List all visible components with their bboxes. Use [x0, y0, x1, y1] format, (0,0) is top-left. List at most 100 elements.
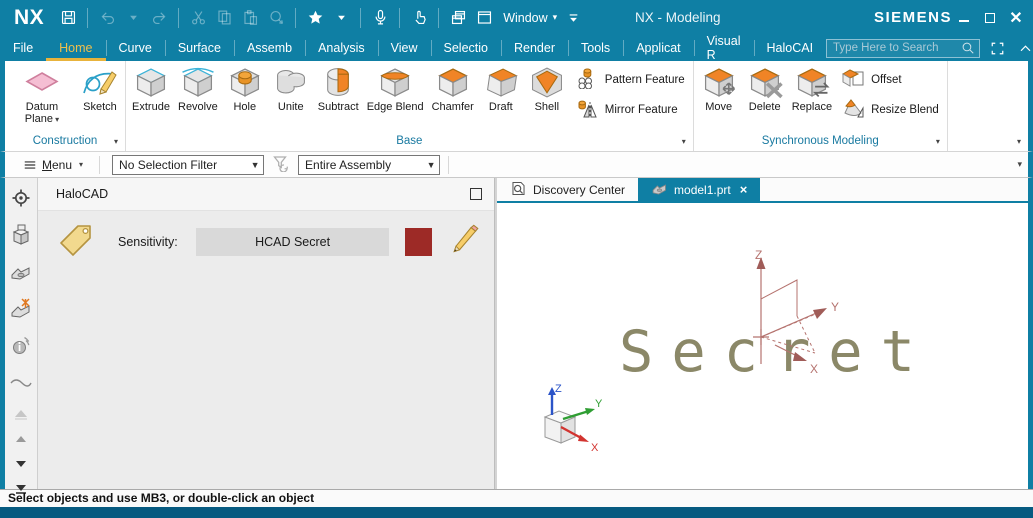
- sketch-button[interactable]: Sketch: [77, 65, 123, 114]
- extrude-button[interactable]: Extrude: [128, 65, 174, 114]
- wcs-triad[interactable]: Z Y X: [723, 249, 858, 389]
- sketch-icon: [81, 66, 119, 99]
- chamfer-button[interactable]: Chamfer: [428, 65, 478, 114]
- resource-bar: [5, 178, 38, 489]
- unite-button[interactable]: Unite: [268, 65, 314, 114]
- hole-button[interactable]: Hole: [222, 65, 268, 114]
- microphone-icon[interactable]: [368, 6, 392, 30]
- maximize-button[interactable]: [979, 7, 1001, 29]
- selection-filter-combo[interactable]: No Selection Filter ▼: [112, 155, 264, 175]
- tab-assemb[interactable]: Assemb: [234, 35, 305, 61]
- view-orientation-triad[interactable]: Z Y X: [517, 383, 607, 455]
- group-dropdown-caret[interactable]: ▾: [1017, 134, 1021, 149]
- window-icon[interactable]: [472, 6, 496, 30]
- button-label: Shell: [535, 101, 559, 113]
- tab-selectio[interactable]: Selectio: [431, 35, 501, 61]
- ribbon-group-label: Synchronous Modeling: [762, 135, 879, 147]
- tabbar-right: ? !: [826, 35, 1033, 61]
- selection-scope-combo[interactable]: Entire Assembly ▼: [298, 155, 440, 175]
- shell-button[interactable]: Shell: [524, 65, 570, 114]
- datum-plane-button[interactable]: Datum Plane ▾: [7, 65, 77, 127]
- tab-view[interactable]: View: [378, 35, 431, 61]
- edge-blend-button[interactable]: Edge Blend: [363, 65, 428, 114]
- graphics-canvas[interactable]: Secret: [497, 203, 1028, 489]
- command-search-box[interactable]: [826, 39, 980, 58]
- tab-analysis[interactable]: Analysis: [305, 35, 378, 61]
- scroll-up-icon[interactable]: [8, 433, 34, 445]
- tab-file[interactable]: File: [0, 35, 46, 61]
- constraint-navigator-icon[interactable]: [8, 223, 34, 247]
- button-label: Move: [705, 101, 732, 113]
- tab-surface[interactable]: Surface: [165, 35, 234, 61]
- internet-navigator-icon[interactable]: [8, 334, 34, 358]
- move-icon: [700, 66, 738, 99]
- close-icon[interactable]: ×: [740, 182, 748, 197]
- window-menu-label[interactable]: Window: [503, 11, 547, 25]
- pattern-feature-button[interactable]: Pattern Feature: [576, 67, 685, 93]
- subtract-button[interactable]: Subtract: [314, 65, 363, 114]
- cascade-windows-icon[interactable]: [446, 6, 470, 30]
- main-area: HaloCAD Sensitivity: HCAD Secret: [0, 178, 1033, 489]
- tab-applicat[interactable]: Applicat: [623, 35, 693, 61]
- caret-down-icon[interactable]: [329, 6, 353, 30]
- offset-button[interactable]: Offset: [842, 67, 939, 93]
- move-button[interactable]: Move: [696, 65, 742, 114]
- extrude-icon: [132, 66, 170, 99]
- edit-sensitivity-icon[interactable]: [448, 224, 480, 261]
- favorites-icon[interactable]: [303, 6, 327, 30]
- datum-plane-icon: [23, 66, 61, 99]
- delete-button[interactable]: Delete: [742, 65, 788, 114]
- part-tab-model1-prt[interactable]: model1.prt ×: [638, 178, 760, 201]
- revolve-button[interactable]: Revolve: [174, 65, 222, 114]
- window-controls: ✕: [953, 0, 1027, 35]
- minimize-ribbon-icon[interactable]: [1014, 37, 1033, 59]
- minimize-button[interactable]: [953, 7, 975, 29]
- part-navigator-icon[interactable]: [8, 260, 34, 284]
- ribbon-group-base: Extrude Revolve HoleUniteSubtract Edge B…: [125, 61, 693, 151]
- draft-button[interactable]: Draft: [478, 65, 524, 114]
- group-dropdown-caret[interactable]: ▾: [114, 134, 118, 149]
- nx-application-window: NX Window▾ NX - Modeling SIEMENS ✕ FileH…: [0, 0, 1033, 518]
- tab-halocai[interactable]: HaloCAI: [754, 35, 827, 61]
- search-input[interactable]: [833, 42, 961, 54]
- toolbar-overflow-caret[interactable]: ▾: [1017, 159, 1022, 170]
- replace-button[interactable]: Replace: [788, 65, 836, 114]
- halocad-panel-body: Sensitivity: HCAD Secret: [38, 210, 494, 489]
- svg-text:Y: Y: [831, 300, 839, 314]
- group-dropdown-caret[interactable]: ▾: [682, 134, 686, 149]
- button-label: Draft: [489, 101, 513, 113]
- fullscreen-icon[interactable]: [986, 37, 1008, 59]
- subtract-icon: [319, 66, 357, 99]
- scroll-down-icon[interactable]: [8, 458, 34, 470]
- save-icon[interactable]: [56, 6, 80, 30]
- caret-down-icon: [121, 6, 145, 30]
- assembly-navigator-icon[interactable]: [8, 186, 34, 210]
- halocad-panel-title: HaloCAD: [56, 187, 108, 201]
- tab-visual-r[interactable]: Visual R: [694, 35, 754, 61]
- roles-icon[interactable]: [8, 371, 34, 395]
- scroll-up-disabled-icon[interactable]: [8, 408, 34, 420]
- tab-home[interactable]: Home: [46, 35, 105, 61]
- halocad-panel: HaloCAD Sensitivity: HCAD Secret: [38, 178, 494, 489]
- tab-curve[interactable]: Curve: [106, 35, 165, 61]
- undock-panel-icon[interactable]: [470, 188, 482, 200]
- customize-icon[interactable]: [561, 6, 585, 30]
- combo-caret-icon: ▼: [247, 160, 263, 170]
- ribbon: Datum Plane ▾SketchConstruction▾ Extrude…: [0, 61, 1033, 152]
- group-dropdown-caret[interactable]: ▾: [936, 134, 940, 149]
- touch-mode-icon[interactable]: [407, 6, 431, 30]
- caret-down-icon[interactable]: ▾: [553, 12, 558, 23]
- close-button[interactable]: ✕: [1005, 7, 1027, 29]
- tab-label: model1.prt: [674, 183, 731, 197]
- replace-icon: [793, 66, 831, 99]
- reset-filter-icon[interactable]: [272, 154, 290, 175]
- part-navigator-constraints-icon[interactable]: [8, 297, 34, 321]
- menu-button[interactable]: Menu ▾: [15, 158, 91, 172]
- mirror-feature-button[interactable]: Mirror Feature: [576, 97, 685, 123]
- resize-blend-button[interactable]: Resize Blend: [842, 97, 939, 123]
- sensitivity-label: Sensitivity:: [118, 235, 178, 249]
- tab-render[interactable]: Render: [501, 35, 568, 61]
- part-tab-discovery-center[interactable]: Discovery Center: [497, 178, 638, 201]
- status-bar: Select objects and use MB3, or double-cl…: [0, 489, 1033, 507]
- tab-tools[interactable]: Tools: [568, 35, 623, 61]
